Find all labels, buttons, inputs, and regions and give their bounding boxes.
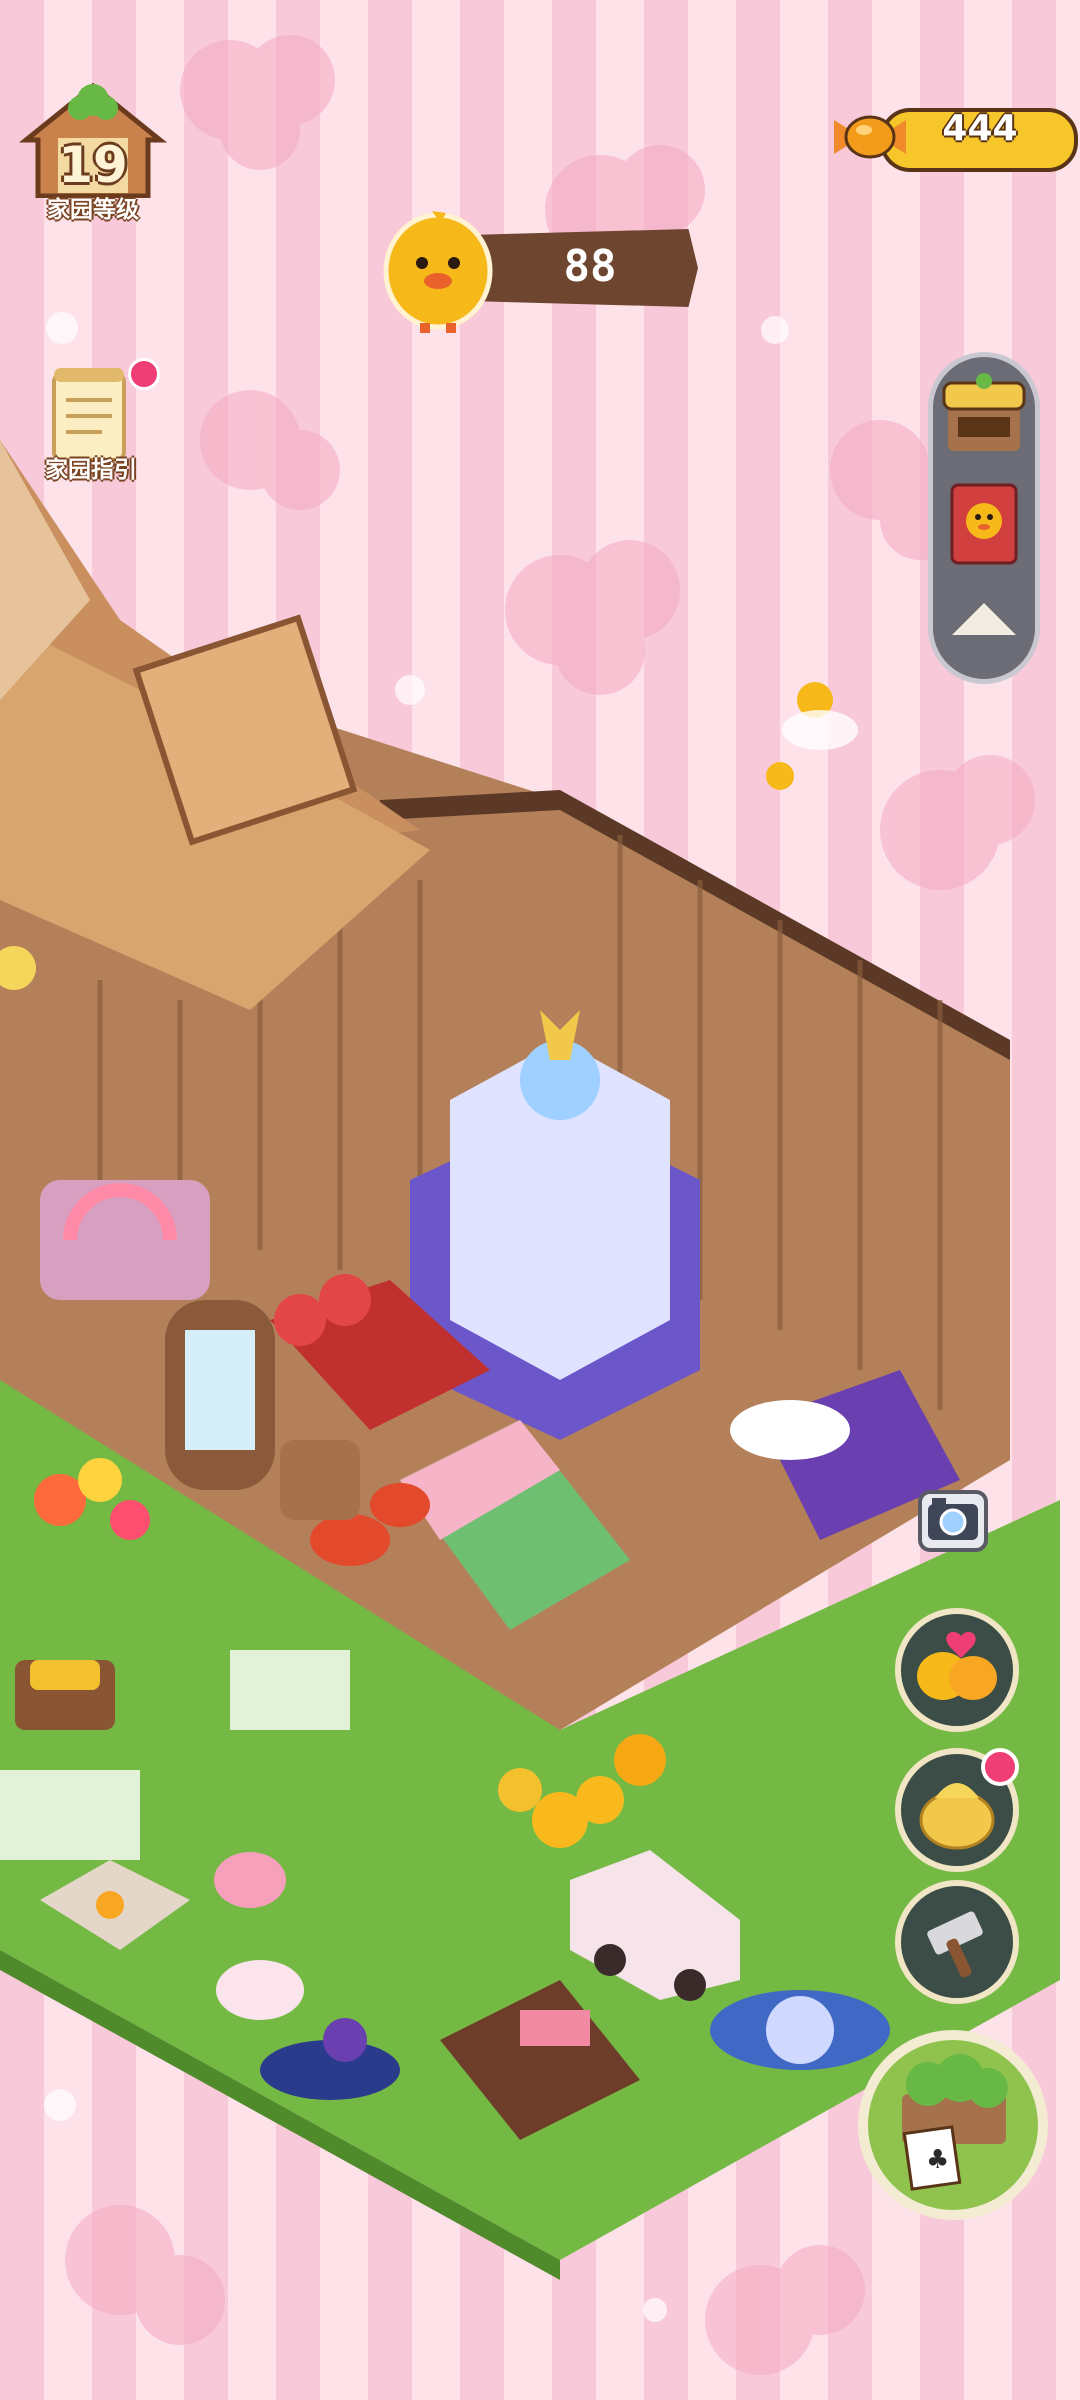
svg-text:♣: ♣ (926, 2145, 949, 2175)
home-guide-button[interactable]: 家园指引 (26, 358, 160, 490)
ducks-hug-icon (917, 1631, 997, 1700)
home-level-value: 19 (58, 136, 128, 194)
guide-notification-dot (128, 358, 160, 390)
planter-easel-icon: ♣ (902, 2054, 1008, 2191)
decorate-button[interactable]: ♣ (858, 2030, 1048, 2220)
game-screen: 19 家园等级 家园指引 88 444 ♣ (0, 0, 1080, 2400)
home-guide-label: 家园指引 (45, 457, 137, 483)
treasure-chest (15, 1660, 115, 1730)
book-icon[interactable] (938, 475, 1030, 571)
duck-counter[interactable]: 88 (380, 205, 700, 335)
triangle-up-icon[interactable] (944, 595, 1024, 645)
candy-counter[interactable]: 444 (830, 98, 1080, 174)
candy-count-value: 444 (942, 108, 1018, 149)
treasure-notification-dot (981, 1748, 1019, 1786)
hammer-icon (927, 1911, 983, 1978)
bookcase (165, 1300, 275, 1490)
candy-icon (834, 115, 906, 159)
build-button[interactable] (895, 1880, 1019, 2004)
duck-count-value: 88 (563, 241, 617, 292)
home-level-badge[interactable]: 19 家园等级 (18, 78, 168, 228)
side-menu-panel (928, 352, 1040, 684)
flying-ducks (766, 682, 858, 790)
rainbow-shelf (40, 1180, 210, 1300)
home-level-label: 家园等级 (47, 197, 139, 223)
duck-icon (383, 211, 493, 333)
photo-button[interactable] (918, 1490, 988, 1552)
treasure-button[interactable] (895, 1748, 1019, 1872)
camera-icon (928, 1498, 978, 1540)
ducks-button[interactable] (895, 1608, 1019, 1732)
water-lily-pond (710, 1990, 890, 2070)
market-stall-icon[interactable] (938, 369, 1030, 461)
